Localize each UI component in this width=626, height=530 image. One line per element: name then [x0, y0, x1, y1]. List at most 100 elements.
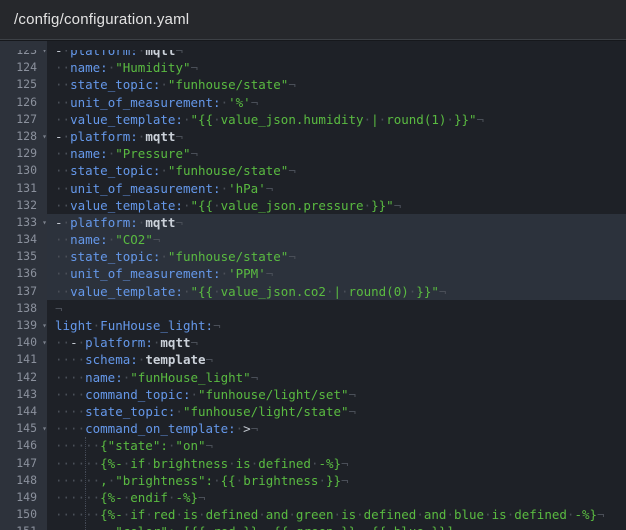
- code-line[interactable]: 151······,·"color":·[{{·red·}},·{{·green…: [0, 523, 626, 530]
- code-line-content[interactable]: ······{%-·if·red·is·defined·and·green·is…: [47, 506, 626, 523]
- code-line[interactable]: 146······{"state":·"on"¬: [0, 437, 626, 454]
- code-token: ¬: [266, 181, 274, 196]
- code-line[interactable]: 132··value_template:·"{{·value_json.pres…: [0, 197, 626, 214]
- code-token: ¬: [288, 77, 296, 92]
- code-line-content[interactable]: ······,·"brightness":·{{·brightness·}}¬: [47, 472, 626, 489]
- code-line[interactable]: 124··name:·"Humidity"¬: [0, 59, 626, 76]
- code-token: mqtt: [145, 215, 175, 230]
- code-line[interactable]: 150······{%-·if·red·is·defined·and·green…: [0, 506, 626, 523]
- code-token: ¬: [55, 301, 63, 316]
- code-editor[interactable]: 123▾-·platform:·mqtt¬124··name:·"Humidit…: [0, 41, 626, 530]
- code-line-content[interactable]: ··unit_of_measurement:·'PPM'¬: [47, 265, 626, 282]
- code-line-content[interactable]: ····command_on_template:·>¬: [47, 420, 626, 437]
- code-line-content[interactable]: ····state_topic:·"funhouse/light/state"¬: [47, 403, 626, 420]
- code-line-content[interactable]: -·platform:·mqtt¬: [47, 50, 626, 59]
- line-number: 137: [0, 283, 47, 300]
- code-line-content[interactable]: ··value_template:·"{{·value_json.humidit…: [47, 111, 626, 128]
- code-line-content[interactable]: -·platform:·mqtt¬: [47, 214, 626, 231]
- code-line-content[interactable]: ··state_topic:·"funhouse/state"¬: [47, 162, 626, 179]
- code-line-content[interactable]: ··unit_of_measurement:·'hPa'¬: [47, 180, 626, 197]
- code-line[interactable]: 127··value_template:·"{{·value_json.humi…: [0, 111, 626, 128]
- code-line-content[interactable]: ······,·"color":·[{{·red·}},·{{·green·}}…: [47, 523, 626, 530]
- code-line-content[interactable]: ··name:·"Pressure"¬: [47, 145, 626, 162]
- code-line[interactable]: 139▾light·FunHouse_light:¬: [0, 317, 626, 334]
- code-line[interactable]: 144····state_topic:·"funhouse/light/stat…: [0, 403, 626, 420]
- code-line[interactable]: 131··unit_of_measurement:·'hPa'¬: [0, 180, 626, 197]
- code-token: -: [70, 335, 78, 350]
- code-token: "funHouse_light": [130, 370, 250, 385]
- code-token: ,: [100, 524, 108, 530]
- code-token: ··: [55, 146, 70, 161]
- code-line-content[interactable]: ··name:·"CO2"¬: [47, 231, 626, 248]
- code-line[interactable]: 136··unit_of_measurement:·'PPM'¬: [0, 265, 626, 282]
- code-token: ¬: [394, 198, 402, 213]
- code-line[interactable]: 129··name:·"Pressure"¬: [0, 145, 626, 162]
- code-line[interactable]: 130··state_topic:·"funhouse/state"¬: [0, 162, 626, 179]
- code-line[interactable]: 149······{%-·endif·-%}¬: [0, 489, 626, 506]
- code-line-content[interactable]: light·FunHouse_light:¬: [47, 317, 626, 334]
- code-line-content[interactable]: -·platform:·mqtt¬: [47, 128, 626, 145]
- code-line[interactable]: 140▾··-·platform:·mqtt¬: [0, 334, 626, 351]
- code-token: platform:: [70, 215, 138, 230]
- code-line-content[interactable]: ¬: [47, 300, 626, 317]
- code-token: ·: [63, 215, 71, 230]
- code-token: ··: [55, 232, 70, 247]
- code-line-content[interactable]: ····command_topic:·"funhouse/light/set"¬: [47, 386, 626, 403]
- code-token: mqtt: [145, 129, 175, 144]
- code-token: ····: [55, 404, 85, 419]
- code-line[interactable]: 141····schema:·template¬: [0, 351, 626, 368]
- line-number: 142: [0, 369, 47, 386]
- code-token: {{: [273, 524, 288, 530]
- code-line[interactable]: 123▾-·platform:·mqtt¬: [0, 50, 626, 59]
- code-line-content[interactable]: ··value_template:·"{{·value_json.pressur…: [47, 197, 626, 214]
- code-line[interactable]: 133▾-·platform:·mqtt¬: [0, 214, 626, 231]
- code-token: ¬: [153, 232, 161, 247]
- code-line[interactable]: 128▾-·platform:·mqtt¬: [0, 128, 626, 145]
- line-number: 128▾: [0, 128, 47, 145]
- line-number: 140▾: [0, 334, 47, 351]
- code-line[interactable]: 135··state_topic:·"funhouse/state"¬: [0, 248, 626, 265]
- code-line-content[interactable]: ··value_template:·"{{·value_json.co2·|·r…: [47, 283, 626, 300]
- code-token: ¬: [175, 50, 183, 58]
- code-token: }}: [326, 473, 341, 488]
- code-line[interactable]: 138¬: [0, 300, 626, 317]
- code-line-content[interactable]: ······{%-·if·brightness·is·defined·-%}¬: [47, 455, 626, 472]
- code-line[interactable]: 125··state_topic:·"funhouse/state"¬: [0, 76, 626, 93]
- code-line[interactable]: 137··value_template:·"{{·value_json.co2·…: [0, 283, 626, 300]
- line-number: 149: [0, 489, 47, 506]
- code-line[interactable]: 145▾····command_on_template:·>¬: [0, 420, 626, 437]
- code-token: ·: [175, 507, 183, 522]
- code-line[interactable]: 143····command_topic:·"funhouse/light/se…: [0, 386, 626, 403]
- code-line-content[interactable]: ······{"state":·"on"¬: [47, 437, 626, 454]
- code-line-content[interactable]: ····name:·"funHouse_light"¬: [47, 369, 626, 386]
- code-line-content[interactable]: ··state_topic:·"funhouse/state"¬: [47, 76, 626, 93]
- code-token: ¬: [454, 524, 462, 530]
- code-line-content[interactable]: ··name:·"Humidity"¬: [47, 59, 626, 76]
- code-token: is: [236, 456, 251, 471]
- line-number: 124: [0, 59, 47, 76]
- code-line-content[interactable]: ······{%-·endif·-%}¬: [47, 489, 626, 506]
- code-token: value_json.pressure: [221, 198, 364, 213]
- code-line[interactable]: 142····name:·"funHouse_light"¬: [0, 369, 626, 386]
- line-number: 126: [0, 94, 47, 111]
- code-token: ··: [55, 163, 70, 178]
- code-token: ·: [213, 473, 221, 488]
- code-line-content[interactable]: ··-·platform:·mqtt¬: [47, 334, 626, 351]
- code-token: "funhouse/state": [168, 163, 288, 178]
- code-line-content[interactable]: ····schema:·template¬: [47, 351, 626, 368]
- code-token: ······: [55, 524, 100, 530]
- code-line[interactable]: 148······,·"brightness":·{{·brightness·}…: [0, 472, 626, 489]
- code-line[interactable]: 134··name:·"CO2"¬: [0, 231, 626, 248]
- line-number: 146: [0, 437, 47, 454]
- code-token: is: [341, 507, 356, 522]
- code-token: ·: [175, 524, 183, 530]
- line-number: 145▾: [0, 420, 47, 437]
- code-line[interactable]: 126··unit_of_measurement:·'%'¬: [0, 94, 626, 111]
- code-token: ·: [213, 284, 221, 299]
- code-line[interactable]: 147······{%-·if·brightness·is·defined·-%…: [0, 455, 626, 472]
- code-line-content[interactable]: ··state_topic:·"funhouse/state"¬: [47, 248, 626, 265]
- code-line-content[interactable]: ··unit_of_measurement:·'%'¬: [47, 94, 626, 111]
- code-token: ······: [55, 438, 100, 453]
- code-token: red: [153, 507, 176, 522]
- code-token: ·: [334, 524, 342, 530]
